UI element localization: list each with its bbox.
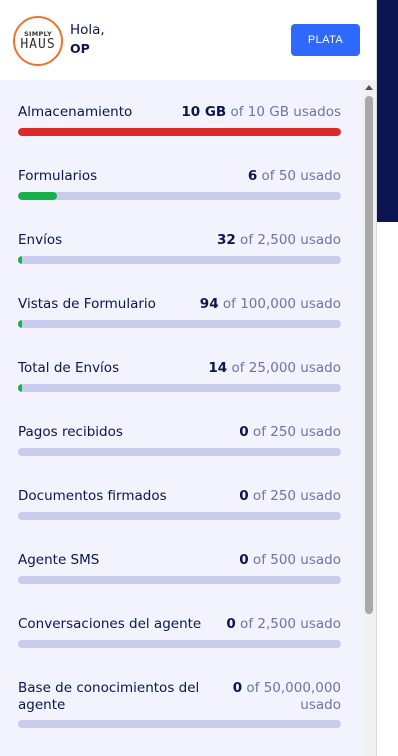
usage-used-amount: 6 [247,168,258,184]
usage-used-amount: 14 [208,360,228,376]
usage-progress-bar [18,576,341,584]
usage-limit-text: of 100,000 usado [218,296,341,312]
greeting-text: Hola, [70,22,105,38]
usage-value: 0 of 250 usado [239,424,341,441]
usage-value: 0 of 50,000,000 usado [221,680,341,714]
usage-value: 0 of 250 usado [239,488,341,505]
usage-used-amount: 0 [226,616,236,632]
usage-progress-bar [18,384,341,392]
usage-used-amount: 10 GB [181,104,227,120]
usage-item: Documentos firmados 0 of 250 usado [18,488,341,520]
usage-label: Documentos firmados [18,488,167,504]
usage-item: Envíos 32 of 2,500 usado [18,232,341,264]
usage-list[interactable]: Almacenamiento 10 GB of 10 GB usados Formu… [0,80,362,756]
usage-progress-fill [18,320,22,328]
usage-progress-fill [18,384,22,392]
usage-progress-fill [18,128,341,136]
usage-label: Agente SMS [18,552,100,568]
usage-label: Conversaciones del agente [18,616,202,632]
usage-progress-bar [18,512,341,520]
usage-progress-bar [18,640,341,648]
usage-label: Vistas de Formulario [18,296,156,312]
usage-progress-fill [18,256,23,264]
usage-progress-fill [18,192,57,200]
usage-limit-text: of 250 usado [248,424,341,440]
usage-value: 14 of 25,000 usado [208,360,341,377]
popup-header: SIMPLY HAUS Hola, OP PLATA [0,0,376,80]
usage-item: Pagos recibidos 0 of 250 usado [18,424,341,456]
usage-progress-bar [18,448,341,456]
usage-value: 6 of 50 usado [248,168,341,185]
usage-progress-bar [18,192,341,200]
usage-item: Conversaciones del agente 0 of 2,500 usad… [18,616,341,648]
usage-item: Almacenamiento 10 GB of 10 GB usados [18,104,341,136]
usage-value: 94 of 100,000 usado [200,296,341,313]
scrollbar[interactable] [362,80,376,756]
usage-used-amount: 94 [199,296,219,312]
account-usage-popup: SIMPLY HAUS Hola, OP PLATA Almacenamient… [0,0,377,756]
usage-limit-text: of 2,500 usado [235,232,341,248]
usage-limit-text: of 500 usado [248,552,341,568]
usage-limit-text: of 10 GB usados [226,104,341,120]
usage-progress-bar [18,720,341,728]
usage-value: 32 of 2,500 usado [217,232,341,249]
usage-limit-text: of 250 usado [248,488,341,504]
usage-label: Almacenamiento [18,104,133,120]
page-backdrop-header [376,0,398,222]
usage-item: Base de conocimientos del agente 0 of 50,… [18,680,341,728]
usage-item: Vistas de Formulario 94 of 100,000 usado [18,296,341,328]
usage-limit-text: of 50 usado [257,168,341,184]
scrollbar-thumb[interactable] [365,96,373,614]
usage-limit-text: of 50,000,000 usado [242,680,341,713]
username: OP [70,41,90,56]
usage-label: Pagos recibidos [18,424,123,440]
usage-used-amount: 0 [239,424,249,440]
usage-label: Envíos [18,232,63,248]
usage-item: Formularios 6 of 50 usado [18,168,341,200]
usage-value: 0 of 500 usado [239,552,341,569]
usage-used-amount: 32 [216,232,236,248]
brand-logo[interactable]: SIMPLY HAUS [13,16,63,66]
usage-used-amount: 0 [239,552,249,568]
usage-label: Total de Envíos [18,360,120,376]
scroll-up-arrow-icon[interactable] [365,85,373,90]
usage-limit-text: of 25,000 usado [227,360,341,376]
logo-text-bottom: HAUS [20,36,56,52]
usage-used-amount: 0 [232,680,243,696]
usage-label: Base de conocimientos del agente [18,680,200,713]
usage-progress-bar [18,128,341,136]
usage-label: Formularios [18,168,98,184]
usage-item: Agente SMS 0 of 500 usado [18,552,341,584]
plan-button[interactable]: PLATA [291,24,360,56]
usage-progress-bar [18,256,341,264]
usage-limit-text: of 2,500 usado [235,616,341,632]
usage-value: 0 of 2,500 usado [226,616,341,633]
usage-item: Total de Envíos 14 of 25,000 usado [18,360,341,392]
usage-progress-bar [18,320,341,328]
usage-value: 10 GB of 10 GB usados [181,104,341,121]
usage-used-amount: 0 [239,488,249,504]
